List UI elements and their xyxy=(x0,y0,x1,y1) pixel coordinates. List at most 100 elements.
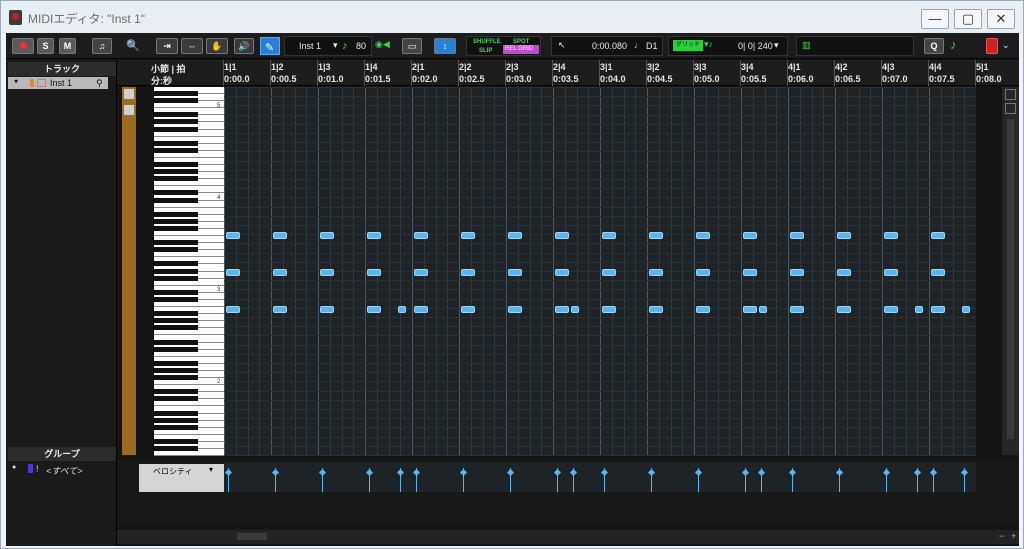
velocity-handle[interactable] xyxy=(600,468,609,477)
horizontal-scrollbar[interactable]: − + xyxy=(117,530,1019,544)
midi-note[interactable] xyxy=(602,269,616,276)
black-key[interactable] xyxy=(154,346,198,352)
midi-note[interactable] xyxy=(461,232,475,239)
black-key[interactable] xyxy=(154,318,198,324)
black-key[interactable] xyxy=(154,240,198,246)
midi-note[interactable] xyxy=(461,306,475,313)
midi-note[interactable] xyxy=(555,269,569,276)
midi-note[interactable] xyxy=(602,306,616,313)
midi-note[interactable] xyxy=(555,306,569,313)
velocity-handle[interactable] xyxy=(929,468,938,477)
midi-note[interactable] xyxy=(962,306,970,313)
midi-note[interactable] xyxy=(508,269,522,276)
track-row[interactable]: ● Inst 1 ⚲ xyxy=(8,77,108,89)
midi-note[interactable] xyxy=(508,232,522,239)
midi-note[interactable] xyxy=(931,306,945,313)
midi-note[interactable] xyxy=(696,269,710,276)
black-key[interactable] xyxy=(154,211,198,217)
grid-chevron-icon[interactable]: ▾ xyxy=(774,40,779,51)
pencil-tool-icon[interactable]: ✎ xyxy=(260,37,280,55)
black-key[interactable] xyxy=(154,396,198,402)
maximize-button[interactable]: ▢ xyxy=(954,9,982,29)
midi-note[interactable] xyxy=(837,306,851,313)
midi-note[interactable] xyxy=(884,269,898,276)
midi-note[interactable] xyxy=(790,306,804,313)
midi-note[interactable] xyxy=(649,269,663,276)
minimize-button[interactable]: — xyxy=(921,9,949,29)
midi-note[interactable] xyxy=(837,269,851,276)
piano-icon[interactable]: ▥ xyxy=(802,40,811,51)
midi-note[interactable] xyxy=(273,306,287,313)
velocity-handle[interactable] xyxy=(788,468,797,477)
black-key[interactable] xyxy=(154,410,198,416)
midi-note[interactable] xyxy=(696,306,710,313)
black-key[interactable] xyxy=(154,119,198,125)
velocity-handle[interactable] xyxy=(459,468,468,477)
velocity-handle[interactable] xyxy=(412,468,421,477)
grid-value[interactable]: 0| 0| 240 xyxy=(738,41,773,51)
black-key[interactable] xyxy=(154,218,198,224)
vertical-scroll-thumb[interactable] xyxy=(1007,119,1014,439)
close-button[interactable]: ✕ xyxy=(987,9,1015,29)
horizontal-scroll-thumb[interactable] xyxy=(237,533,267,540)
midi-note[interactable] xyxy=(743,306,757,313)
follow-icon[interactable]: ↕ xyxy=(434,38,456,54)
midi-record-icon[interactable] xyxy=(986,38,998,54)
midi-note[interactable] xyxy=(915,306,923,313)
midi-note[interactable] xyxy=(790,232,804,239)
midi-note[interactable] xyxy=(931,269,945,276)
midi-note[interactable] xyxy=(398,306,406,313)
midi-note[interactable] xyxy=(696,232,710,239)
midi-note[interactable] xyxy=(414,232,428,239)
shuffle-mode[interactable]: SHUFFLE xyxy=(473,39,501,45)
black-key[interactable] xyxy=(154,190,198,196)
midi-note[interactable] xyxy=(226,232,240,239)
midi-note[interactable] xyxy=(414,269,428,276)
midi-note[interactable] xyxy=(884,306,898,313)
midi-note[interactable] xyxy=(743,232,757,239)
grid-mode-button[interactable]: グリッド xyxy=(673,40,703,51)
midi-note[interactable] xyxy=(367,269,381,276)
zoom-out-icon[interactable]: − xyxy=(999,531,1004,541)
velocity-handle[interactable] xyxy=(882,468,891,477)
velocity-handle[interactable] xyxy=(318,468,327,477)
zoom-tool-icon[interactable]: 🔍 xyxy=(126,39,140,52)
black-key[interactable] xyxy=(154,275,198,281)
black-key[interactable] xyxy=(154,162,198,167)
velocity-handle[interactable] xyxy=(835,468,844,477)
toolbar-menu-icon[interactable]: ⌄ xyxy=(1002,40,1010,51)
midi-note[interactable] xyxy=(837,232,851,239)
velocity-handle[interactable] xyxy=(913,468,922,477)
midi-note[interactable] xyxy=(367,306,381,313)
track-edit-icon[interactable]: ⚲ xyxy=(96,77,103,89)
record-button[interactable] xyxy=(12,38,34,54)
midi-note[interactable] xyxy=(759,306,767,313)
black-key[interactable] xyxy=(154,197,198,203)
midi-note[interactable] xyxy=(273,232,287,239)
black-key[interactable] xyxy=(154,424,198,430)
black-key[interactable] xyxy=(154,112,198,118)
midi-note[interactable] xyxy=(320,232,334,239)
grab-tool-icon[interactable]: ✋ xyxy=(206,38,228,54)
solo-button[interactable]: S xyxy=(37,38,54,54)
midi-note[interactable] xyxy=(226,306,240,313)
group-row[interactable]: ● ! <すべて> xyxy=(12,464,112,476)
velocity-handle[interactable] xyxy=(647,468,656,477)
velocity-handle[interactable] xyxy=(506,468,515,477)
midi-note[interactable] xyxy=(649,306,663,313)
midi-note[interactable] xyxy=(508,306,522,313)
slip-mode[interactable]: SLIP xyxy=(479,48,492,54)
lane-remove-icon[interactable] xyxy=(124,105,134,115)
black-key[interactable] xyxy=(154,438,198,444)
velocity-handle[interactable] xyxy=(741,468,750,477)
midi-note[interactable] xyxy=(649,232,663,239)
black-key[interactable] xyxy=(154,147,198,153)
black-key[interactable] xyxy=(154,389,198,395)
zoom-fit-icon[interactable] xyxy=(1005,89,1016,100)
piano-roll-grid[interactable] xyxy=(224,87,976,456)
black-key[interactable] xyxy=(154,446,198,451)
velocity-handle[interactable] xyxy=(757,468,766,477)
midi-note[interactable] xyxy=(414,306,428,313)
trim-tool-icon[interactable]: ⇔ xyxy=(181,38,203,54)
velocity-selector[interactable]: ベロシティ ▾ xyxy=(139,464,224,492)
